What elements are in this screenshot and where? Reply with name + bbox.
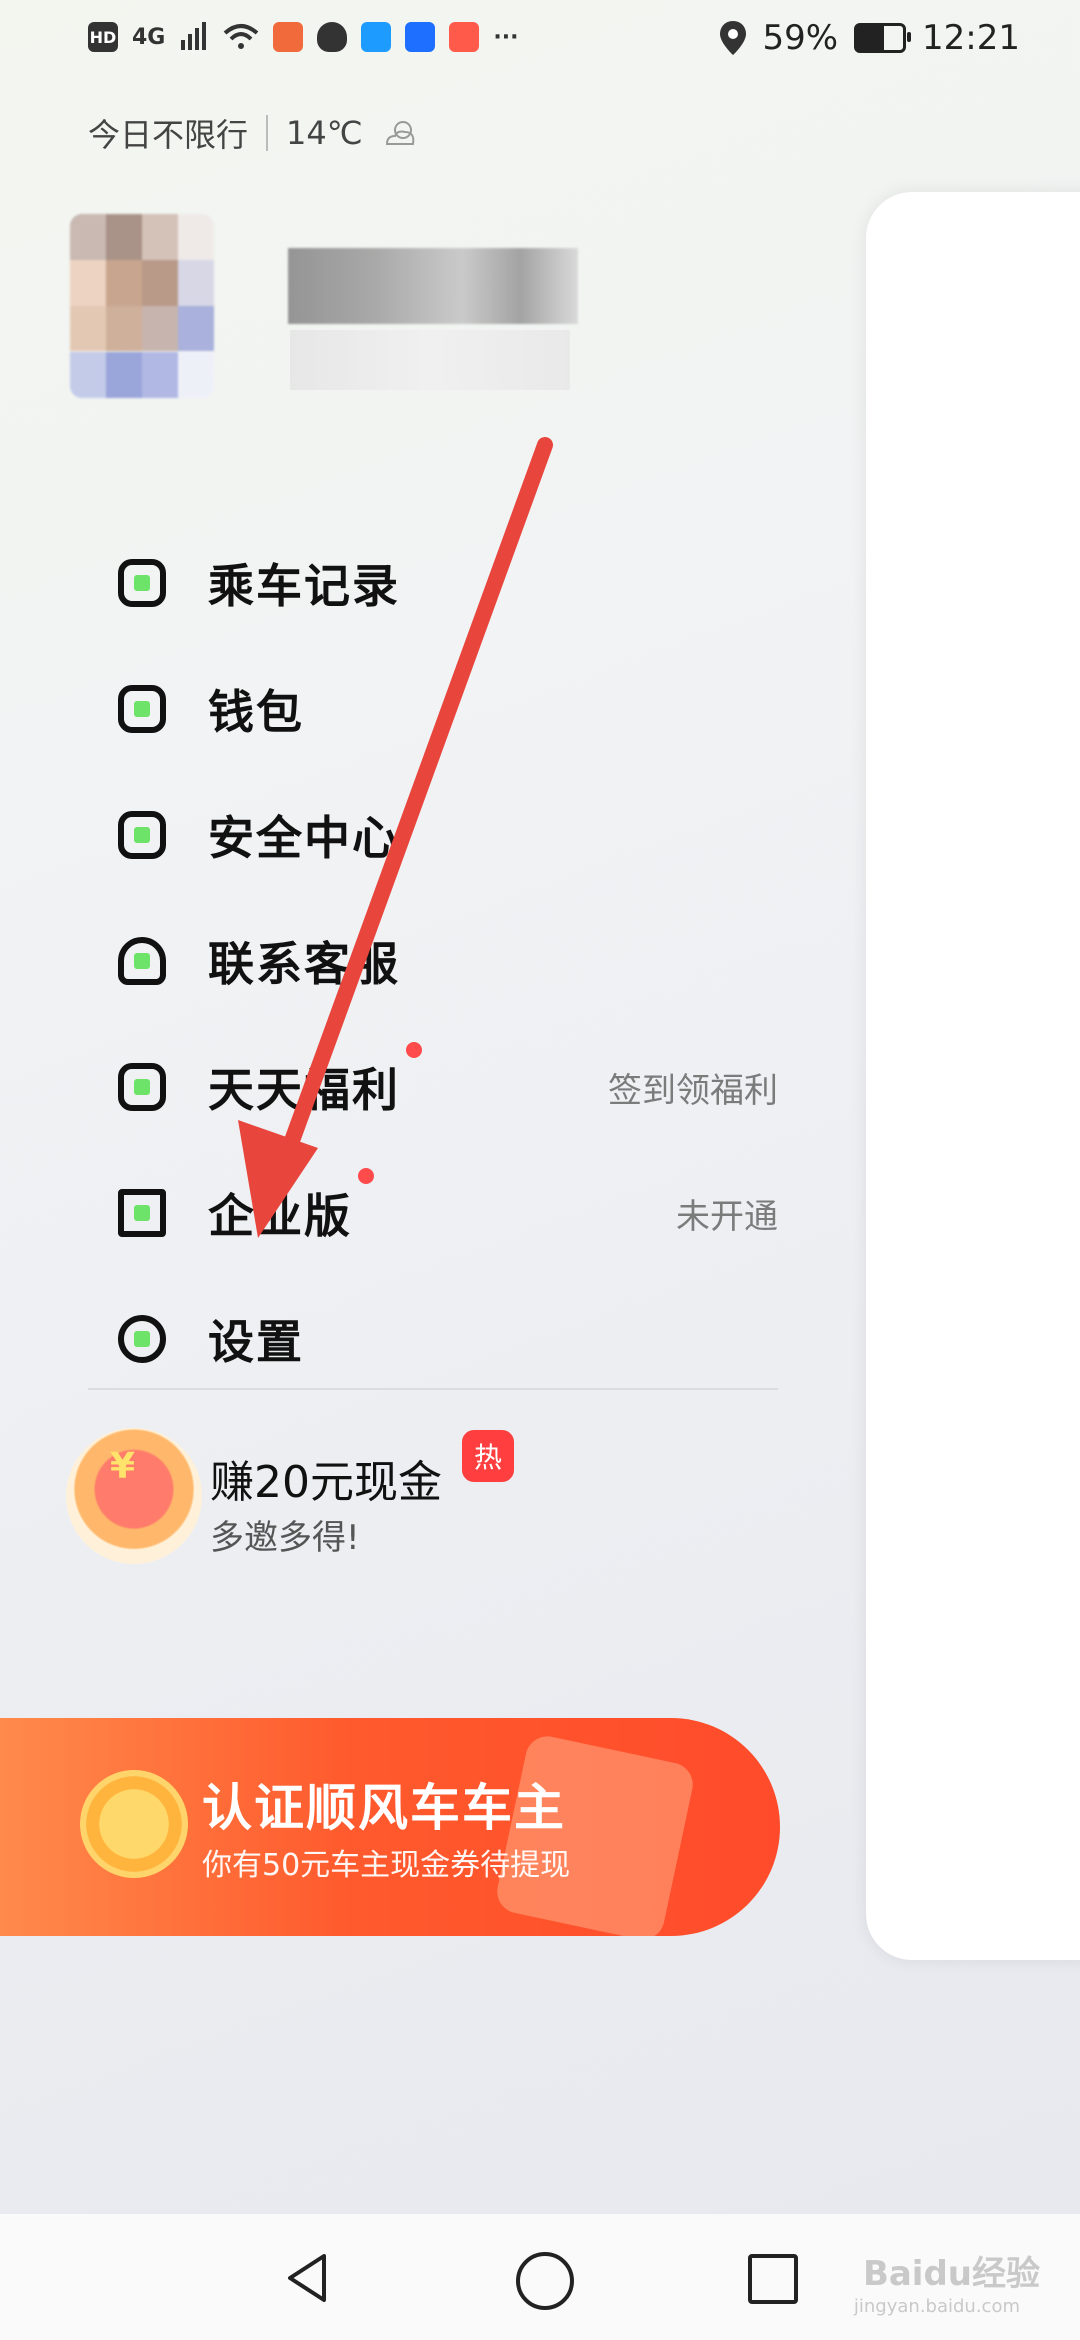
menu-item-label: 乘车记录 (208, 559, 400, 613)
system-nav-bar: Baidu经验 jingyan.baidu.com (0, 2214, 1080, 2340)
menu-item-safety-center[interactable]: 安全中心 (118, 772, 778, 898)
more-notifications: ··· (493, 24, 519, 50)
battery-percent: 59% (762, 18, 839, 58)
bulb-app-icon (405, 22, 436, 52)
battery-fill (857, 26, 885, 50)
menu-item-label: 设置 (208, 1315, 304, 1369)
watermark-url: jingyan.baidu.com (853, 2296, 1020, 2317)
menu-item-label: 安全中心 (208, 811, 400, 865)
recent-apps-icon[interactable] (748, 2254, 798, 2304)
location-icon (720, 21, 747, 55)
signal-icon (181, 22, 207, 50)
promo-subtitle: 多邀多得! (210, 1518, 360, 1558)
divider (266, 115, 269, 151)
username-blurred[interactable] (288, 248, 578, 324)
search-app-icon (361, 22, 392, 52)
shield-icon (317, 22, 348, 52)
shield-check-icon (118, 811, 166, 859)
red-envelope-icon (66, 1428, 202, 1564)
menu-item-text: 企业版 (208, 1189, 352, 1243)
notification-dot (358, 1168, 374, 1184)
headset-icon (118, 937, 166, 985)
notification-dot (406, 1042, 422, 1058)
menu-item-extra: 未开通 (676, 1196, 778, 1237)
menu-item-enterprise[interactable]: 企业版 未开通 (118, 1150, 778, 1276)
back-icon[interactable] (280, 2250, 336, 2306)
status-left: HD 4G ··· (88, 22, 518, 52)
menu-item-label: 企业版 (208, 1168, 374, 1246)
coin-icon (80, 1770, 188, 1878)
ride-history-icon (118, 559, 166, 607)
battery-icon (854, 23, 912, 53)
hot-badge: 热 (462, 1430, 514, 1482)
v-app-icon (449, 22, 480, 52)
menu-item-customer-service[interactable]: 联系客服 (118, 898, 778, 1024)
avatar[interactable] (70, 214, 214, 398)
menu-item-wallet[interactable]: 钱包 (118, 646, 778, 772)
gift-icon (118, 1063, 166, 1111)
enterprise-icon (118, 1189, 166, 1237)
menu-item-label: 天天福利 (208, 1042, 422, 1120)
promo-title: 赚20元现金 (210, 1457, 442, 1508)
main-content-panel[interactable] (866, 192, 1080, 1960)
traffic-restriction: 今日不限行 (88, 116, 249, 154)
status-right: 59% 12:21 (720, 18, 1020, 58)
menu-item-settings[interactable]: 设置 (118, 1276, 778, 1402)
network-type: 4G (132, 24, 166, 50)
menu-item-daily-welfare[interactable]: 天天福利 签到领福利 (118, 1024, 778, 1150)
watermark-brand: Baidu经验 (862, 2254, 1040, 2294)
banner-subtitle: 你有50元车主现金券待提现 (202, 1848, 571, 1883)
partly-cloudy-icon (385, 121, 414, 145)
driver-certification-banner[interactable]: 认证顺风车车主 你有50元车主现金券待提现 (0, 1718, 780, 1936)
menu-divider (88, 1388, 778, 1390)
temperature: 14℃ (286, 114, 363, 152)
menu-item-label: 钱包 (208, 685, 304, 739)
status-bar: HD 4G ··· 59% 12:21 (0, 0, 1080, 84)
app-notification-icon (273, 22, 304, 52)
menu-item-extra: 签到领福利 (608, 1070, 778, 1111)
menu-item-ride-history[interactable]: 乘车记录 (118, 520, 778, 646)
wallet-icon (118, 685, 166, 733)
hd-badge: HD (88, 22, 118, 52)
menu-item-label: 联系客服 (208, 937, 400, 991)
home-icon[interactable] (516, 2252, 574, 2310)
settings-icon (118, 1315, 166, 1363)
wifi-icon (224, 24, 259, 49)
menu-item-text: 天天福利 (208, 1063, 400, 1117)
drawer-menu: 乘车记录 钱包 安全中心 联系客服 天天福利 签到领福利 企业版 未开通 设置 (118, 520, 778, 1402)
clock: 12:21 (922, 18, 1020, 58)
banner-title: 认证顺风车车主 (202, 1779, 566, 1837)
weather-bar: 今日不限行 14℃ (88, 110, 419, 156)
user-subtitle-blurred (290, 330, 570, 390)
invite-promo[interactable]: 赚20元现金 热 多邀多得! (66, 1418, 766, 1578)
